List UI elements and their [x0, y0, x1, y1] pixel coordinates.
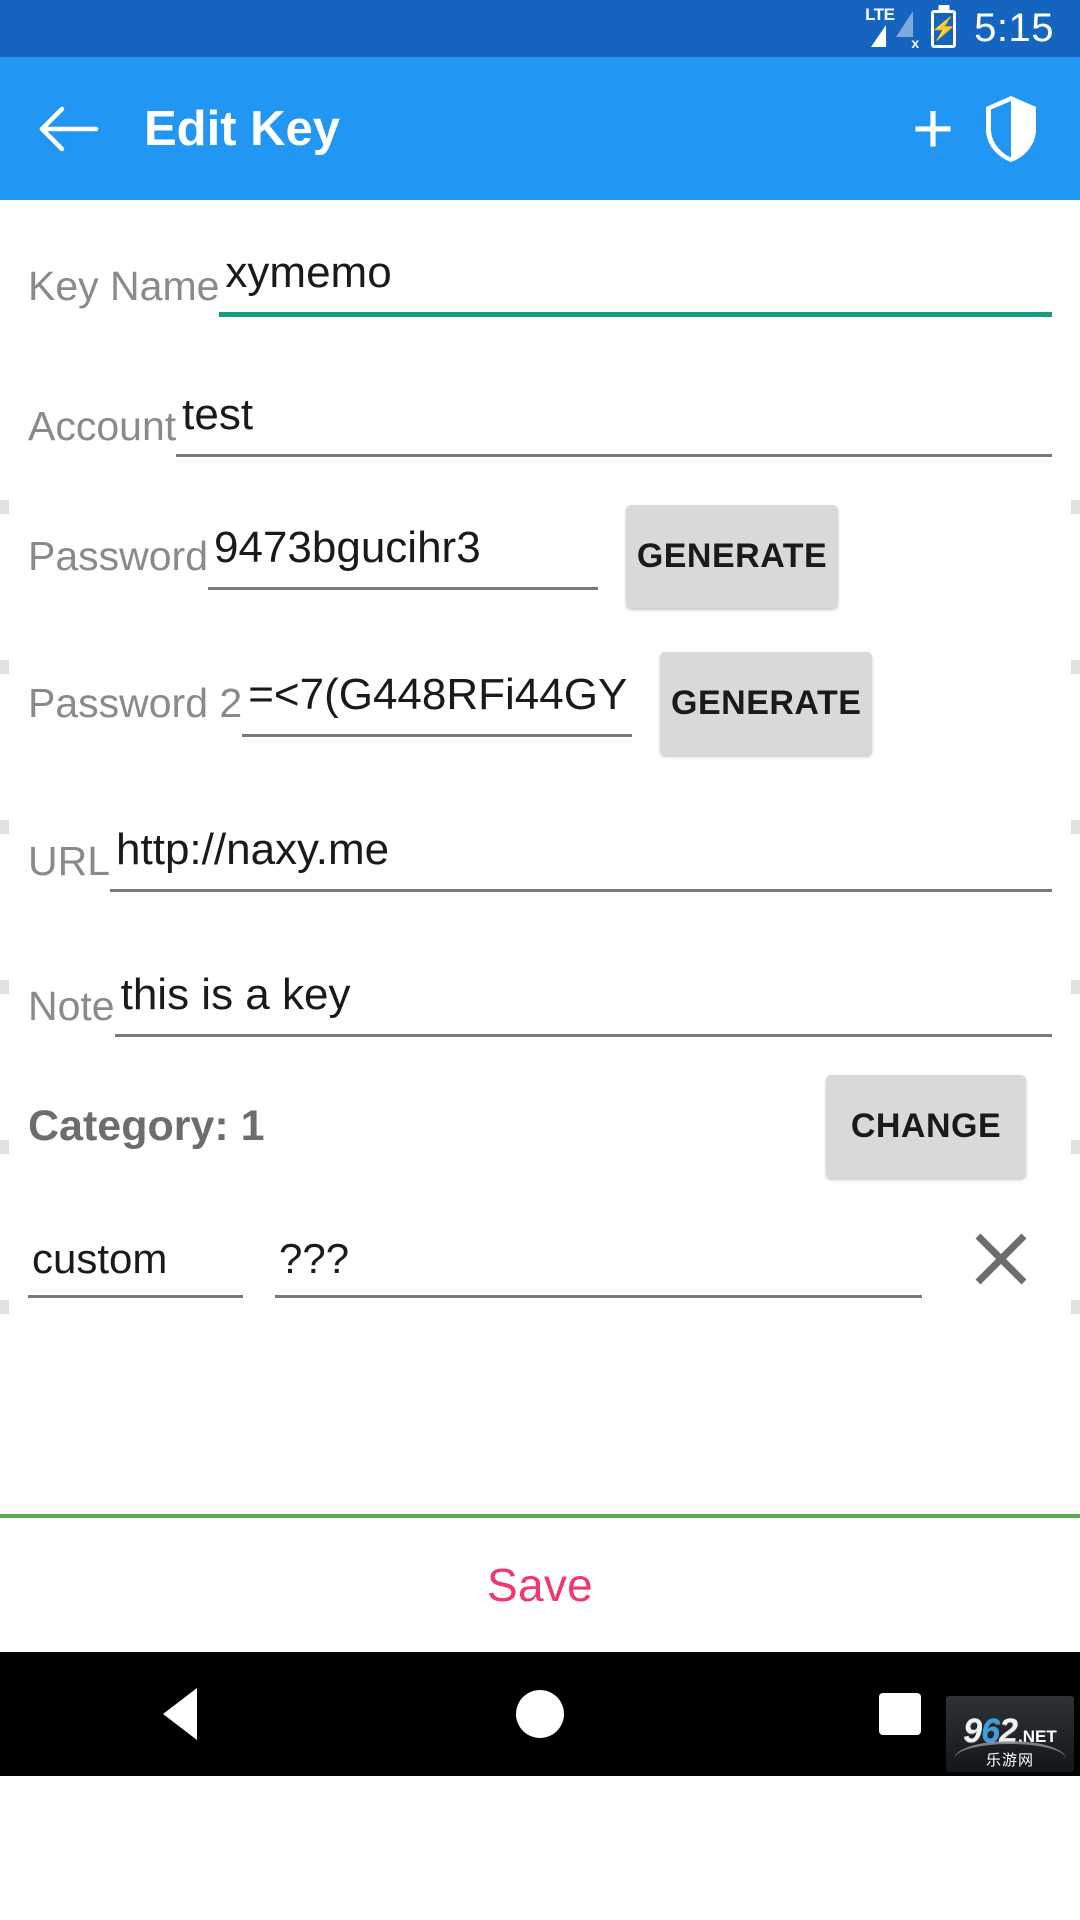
triangle-back-icon [163, 1688, 197, 1740]
field-row-note: Note [28, 970, 1052, 1037]
field-label-key-name: Key Name [28, 263, 220, 309]
password-input[interactable] [208, 523, 599, 590]
close-x-icon [975, 1233, 1027, 1285]
save-bar: Save [0, 1518, 1080, 1652]
nav-back-button[interactable] [120, 1669, 240, 1759]
field-label-note: Note [28, 983, 115, 1029]
key-name-input[interactable] [219, 248, 1052, 317]
edge-tick [1071, 1140, 1080, 1154]
edge-tick [0, 500, 9, 514]
charging-bolt-glyph: ⚡ [929, 15, 958, 41]
status-bar: LTE x ⚡ 5:15 [0, 0, 1080, 57]
field-row-password: Password GENERATE [28, 505, 1052, 608]
change-category-button[interactable]: CHANGE [826, 1075, 1026, 1178]
square-recents-icon [879, 1693, 921, 1735]
shield-icon [986, 95, 1036, 162]
password-2-input[interactable] [242, 670, 633, 737]
site-watermark: 962 .NET 乐游网 [946, 1696, 1074, 1772]
status-bar-icons: LTE x ⚡ 5:15 [863, 6, 1054, 51]
battery-charging-icon: ⚡ [929, 9, 958, 48]
no-signal-badge: x [911, 34, 920, 51]
field-row-custom [28, 1220, 1052, 1298]
edge-tick [1071, 1300, 1080, 1314]
custom-field-name-input[interactable] [28, 1235, 243, 1298]
field-label-account: Account [28, 403, 177, 449]
shield-button[interactable] [972, 90, 1050, 168]
field-row-url: URL [28, 825, 1052, 892]
edge-tick [1071, 980, 1080, 994]
save-button[interactable]: Save [487, 1558, 593, 1612]
app-bar: Edit Key + [0, 57, 1080, 200]
edge-tick [0, 660, 9, 674]
edge-tick [1071, 820, 1080, 834]
status-bar-clock: 5:15 [974, 6, 1054, 50]
account-input[interactable] [176, 390, 1052, 457]
field-label-password: Password [28, 533, 209, 579]
edge-tick [0, 820, 9, 834]
field-label-password-2: Password 2 [28, 680, 243, 726]
plus-icon: + [911, 88, 955, 169]
add-button[interactable]: + [894, 90, 972, 168]
edit-key-form: Key Name Account Password GENERATE Passw… [0, 200, 1080, 1652]
android-navigation-bar: 962 .NET 乐游网 [0, 1652, 1080, 1776]
page-title: Edit Key [144, 101, 341, 156]
generate-password-button[interactable]: GENERATE [626, 505, 839, 608]
field-row-category: Category: 1 CHANGE [28, 1075, 1052, 1178]
note-input[interactable] [114, 970, 1052, 1037]
circle-home-icon [516, 1690, 564, 1738]
signal-bars-faded [896, 10, 914, 37]
url-input[interactable] [110, 825, 1052, 892]
nav-home-button[interactable] [480, 1669, 600, 1759]
field-row-account: Account [28, 390, 1052, 457]
signal-bars [871, 24, 887, 47]
lte-label: LTE [865, 4, 895, 24]
delete-custom-field-button[interactable] [962, 1220, 1040, 1298]
edge-tick [1071, 500, 1080, 514]
generate-password-2-button[interactable]: GENERATE [660, 652, 873, 755]
edge-tick [1071, 660, 1080, 674]
lte-signal-icon: LTE x [863, 4, 920, 51]
field-row-key-name: Key Name [28, 248, 1052, 317]
field-label-url: URL [28, 838, 111, 884]
custom-field-value-input[interactable] [275, 1235, 922, 1298]
edge-tick [0, 1300, 9, 1314]
field-row-password-2: Password 2 GENERATE [28, 652, 1052, 755]
nav-recents-button[interactable] [840, 1669, 960, 1759]
edge-tick [0, 1140, 9, 1154]
edge-tick [0, 980, 9, 994]
category-label: Category: 1 [28, 1102, 265, 1150]
back-arrow-icon [39, 106, 99, 151]
back-button[interactable] [36, 96, 102, 162]
